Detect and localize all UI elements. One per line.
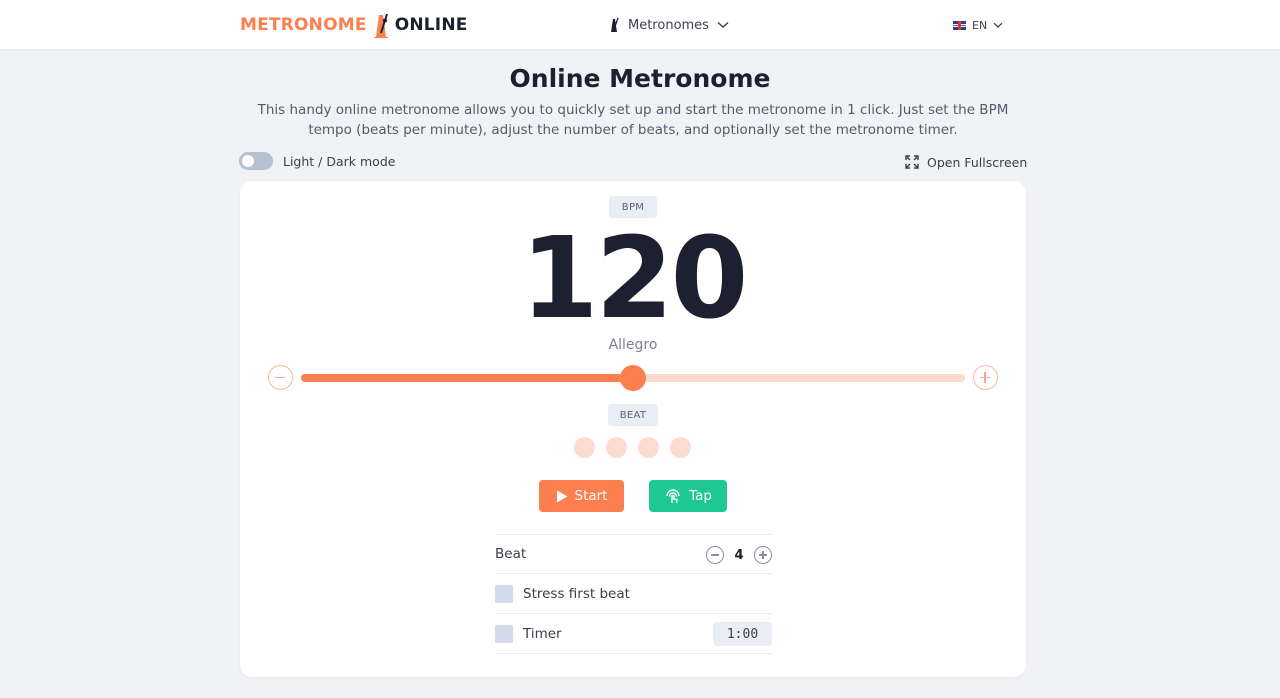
bpm-slider[interactable] (301, 365, 965, 391)
fullscreen-label: Open Fullscreen (927, 154, 1028, 170)
page-title: Online Metronome (509, 64, 771, 93)
dark-mode-label: Light / Dark mode (283, 153, 396, 169)
beat-dot (670, 437, 691, 458)
play-icon (556, 490, 567, 502)
beat-dot (638, 437, 659, 458)
site-logo[interactable]: METRONOME ONLINE (240, 12, 468, 38)
start-button[interactable]: Start (539, 480, 624, 512)
logo-text-metronome: METRONOME (240, 15, 367, 35)
beat-setting-value: 4 (734, 547, 744, 563)
dark-mode-toggle[interactable]: Light / Dark mode (239, 152, 395, 170)
decrease-bpm-button[interactable] (268, 365, 293, 390)
page-description: This handy online metronome allows you t… (257, 102, 1009, 138)
beat-setting-label: Beat (495, 546, 527, 562)
tap-button[interactable]: Tap (649, 480, 727, 512)
timer-checkbox[interactable] (495, 624, 513, 643)
timer-label: Timer (523, 625, 562, 642)
metronome-card: BPM 120 Allegro BEAT Start Tap Beat 4 St… (240, 181, 1026, 677)
tempo-name: Allegro (608, 337, 658, 353)
chevron-down-icon (993, 22, 1003, 28)
slider-thumb[interactable] (620, 365, 646, 391)
metronomes-menu-label: Metronomes (628, 17, 709, 33)
language-selector[interactable]: EN (953, 17, 1003, 33)
beat-stepper: 4 (706, 545, 772, 565)
fullscreen-icon (905, 155, 919, 169)
open-fullscreen-button[interactable]: Open Fullscreen (905, 153, 1027, 171)
language-label: EN (972, 18, 988, 32)
beat-dot (574, 437, 595, 458)
metronomes-menu[interactable]: Metronomes (608, 16, 729, 34)
stress-first-beat-label: Stress first beat (523, 585, 630, 602)
increase-bpm-button[interactable] (973, 365, 998, 390)
beat-setting-row: Beat 4 (495, 534, 772, 574)
chevron-down-icon (717, 21, 729, 28)
stress-setting-row: Stress first beat (495, 574, 772, 614)
metronome-logo-icon (373, 13, 388, 38)
beat-label: BEAT (608, 404, 658, 426)
slider-fill (301, 374, 633, 382)
site-header: METRONOME ONLINE Metronomes EN (0, 0, 1280, 50)
beat-indicator (574, 437, 691, 458)
tap-icon (666, 489, 680, 504)
metronome-icon (611, 17, 619, 32)
uk-flag-icon (953, 20, 966, 30)
beat-dot (606, 437, 627, 458)
stress-first-beat-checkbox[interactable] (495, 584, 513, 603)
start-label: Start (574, 488, 608, 504)
decrease-beat-button[interactable] (706, 546, 724, 564)
settings-panel: Beat 4 Stress first beat Timer 1:00 (495, 534, 772, 654)
logo-text-online: ONLINE (394, 15, 468, 35)
bpm-value: 120 (520, 214, 749, 344)
tap-label: Tap (689, 488, 712, 504)
timer-input[interactable]: 1:00 (713, 622, 772, 646)
toggle-switch[interactable] (239, 152, 273, 170)
timer-setting-row: Timer 1:00 (495, 614, 772, 654)
increase-beat-button[interactable] (754, 546, 772, 564)
